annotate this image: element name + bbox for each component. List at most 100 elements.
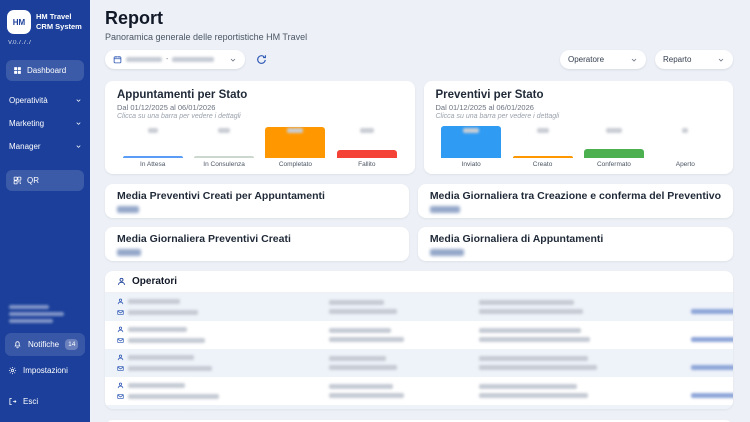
metric-title: Media Preventivi Creati per Appuntamenti (117, 190, 397, 202)
operator-stats-cell (329, 356, 479, 370)
bar-column[interactable]: Completato (260, 121, 331, 169)
bar-column[interactable]: Aperto (650, 121, 721, 169)
bar-column[interactable]: Confermato (578, 121, 649, 169)
operator-email-redacted (128, 310, 198, 315)
chevron-down-icon (229, 56, 237, 64)
sidebar-item-impostazioni[interactable]: Impostazioni (0, 360, 90, 381)
bar-chart: Inviato Creato Confermato Aperto (436, 121, 722, 169)
appuntamenti-per-stato-card: Appuntamenti per Stato Dal 01/12/2025 al… (105, 81, 415, 174)
logout-icon (8, 397, 17, 406)
bar-column[interactable]: In Consulenza (188, 121, 259, 169)
metric-value-redacted (117, 206, 139, 213)
qr-code-icon (13, 176, 22, 185)
bar-column[interactable]: Creato (507, 121, 578, 169)
bar-column[interactable]: In Attesa (117, 121, 188, 169)
sidebar-item-label: Marketing (9, 119, 44, 128)
stat-redacted (479, 309, 583, 314)
date-range-picker[interactable]: - (105, 50, 245, 69)
operator-identity-cell (117, 382, 329, 400)
stat-redacted (329, 300, 384, 305)
category-label: Creato (533, 161, 553, 169)
bar-value-redacted (463, 128, 479, 133)
bar-value-redacted (148, 128, 158, 133)
sidebar-item-manager[interactable]: Manager (0, 135, 90, 158)
date-start-redacted (126, 57, 162, 62)
sidebar-item-dashboard[interactable]: Dashboard (6, 60, 84, 81)
operator-name-redacted (128, 355, 194, 360)
bar[interactable] (513, 156, 573, 158)
bar-column[interactable]: Inviato (436, 121, 507, 169)
action-links-redacted[interactable] (691, 309, 733, 314)
metric-card: Media Giornaliera tra Creazione e confer… (418, 184, 733, 218)
operator-identity-cell (117, 354, 329, 372)
date-end-redacted (172, 57, 214, 62)
app-window: HM HM Travel CRM System V.0.7.7.7 Dashbo… (0, 0, 750, 422)
operator-name-redacted (128, 383, 185, 388)
envelope-icon (117, 393, 124, 400)
stat-redacted (479, 384, 577, 389)
metric-card: Media Giornaliera di Appuntamenti (418, 227, 733, 261)
operators-title: Operatori (132, 276, 177, 287)
table-row[interactable] (105, 321, 733, 349)
bar-value-redacted (682, 128, 688, 133)
action-links-redacted[interactable] (691, 337, 733, 342)
stat-redacted (329, 337, 404, 342)
envelope-icon (117, 309, 124, 316)
metric-title: Media Giornaliera Preventivi Creati (117, 233, 397, 245)
bar-value-redacted (360, 128, 374, 133)
sidebar-item-notifiche[interactable]: Notifiche 14 (5, 333, 85, 356)
operatore-select[interactable]: Operatore (560, 50, 646, 69)
app-title: HM Travel CRM System (36, 12, 83, 32)
table-row[interactable] (105, 377, 733, 405)
stat-redacted (329, 309, 397, 314)
dashboard-grid-icon (13, 66, 22, 75)
sidebar-item-esci[interactable]: Esci (0, 391, 90, 412)
sidebar-item-marketing[interactable]: Marketing (0, 112, 90, 135)
sidebar-item-qr[interactable]: QR (6, 170, 84, 191)
charts-row: Appuntamenti per Stato Dal 01/12/2025 al… (105, 81, 733, 174)
person-icon (117, 277, 126, 286)
table-row[interactable] (105, 405, 733, 409)
refresh-button[interactable] (256, 54, 267, 65)
date-separator: - (166, 56, 168, 63)
bar-column[interactable]: Fallito (331, 121, 402, 169)
operator-name-redacted (128, 299, 180, 304)
action-links-redacted[interactable] (691, 393, 733, 398)
category-label: Inviato (462, 161, 481, 169)
category-label: Aperto (676, 161, 695, 169)
operator-stats-cell (479, 384, 691, 398)
main-content: Report Panoramica generale delle reporti… (90, 0, 750, 422)
operator-email-redacted (128, 394, 219, 399)
bar[interactable] (123, 156, 183, 158)
bar[interactable] (584, 149, 644, 158)
chart-date-range: Dal 01/12/2025 al 06/01/2026 (436, 103, 722, 112)
category-label: In Consulenza (203, 161, 245, 169)
bar[interactable] (194, 156, 254, 158)
page-subtitle: Panoramica generale delle reportistiche … (105, 32, 733, 42)
table-row[interactable] (105, 349, 733, 377)
metric-card: Media Giornaliera Preventivi Creati (105, 227, 409, 261)
filter-bar: - Operatore Reparto (105, 50, 733, 69)
operators-rows (105, 293, 733, 409)
preventivi-per-stato-card: Preventivi per Stato Dal 01/12/2025 al 0… (424, 81, 734, 174)
action-links-redacted[interactable] (691, 365, 733, 370)
sidebar-item-label: Dashboard (27, 66, 66, 75)
bar[interactable] (337, 150, 397, 158)
stat-redacted (479, 356, 588, 361)
operator-actions-cell (691, 384, 733, 398)
stat-redacted (329, 393, 404, 398)
sidebar-item-label: Operatività (9, 96, 48, 105)
operator-stats-cell (329, 300, 479, 314)
table-row[interactable] (105, 293, 733, 321)
operator-stats-cell (479, 300, 691, 314)
chart-hint: Clicca su una barra per vedere i dettagl… (436, 113, 722, 120)
sidebar-item-operativita[interactable]: Operatività (0, 89, 90, 112)
sidebar-item-label: Manager (9, 142, 41, 151)
operator-stats-cell (479, 328, 691, 342)
metric-value-redacted (117, 249, 141, 256)
operator-stats-cell (329, 328, 479, 342)
stat-redacted (329, 384, 393, 389)
operator-email-redacted (128, 338, 205, 343)
reparto-select[interactable]: Reparto (655, 50, 733, 69)
sidebar: HM HM Travel CRM System V.0.7.7.7 Dashbo… (0, 0, 90, 422)
